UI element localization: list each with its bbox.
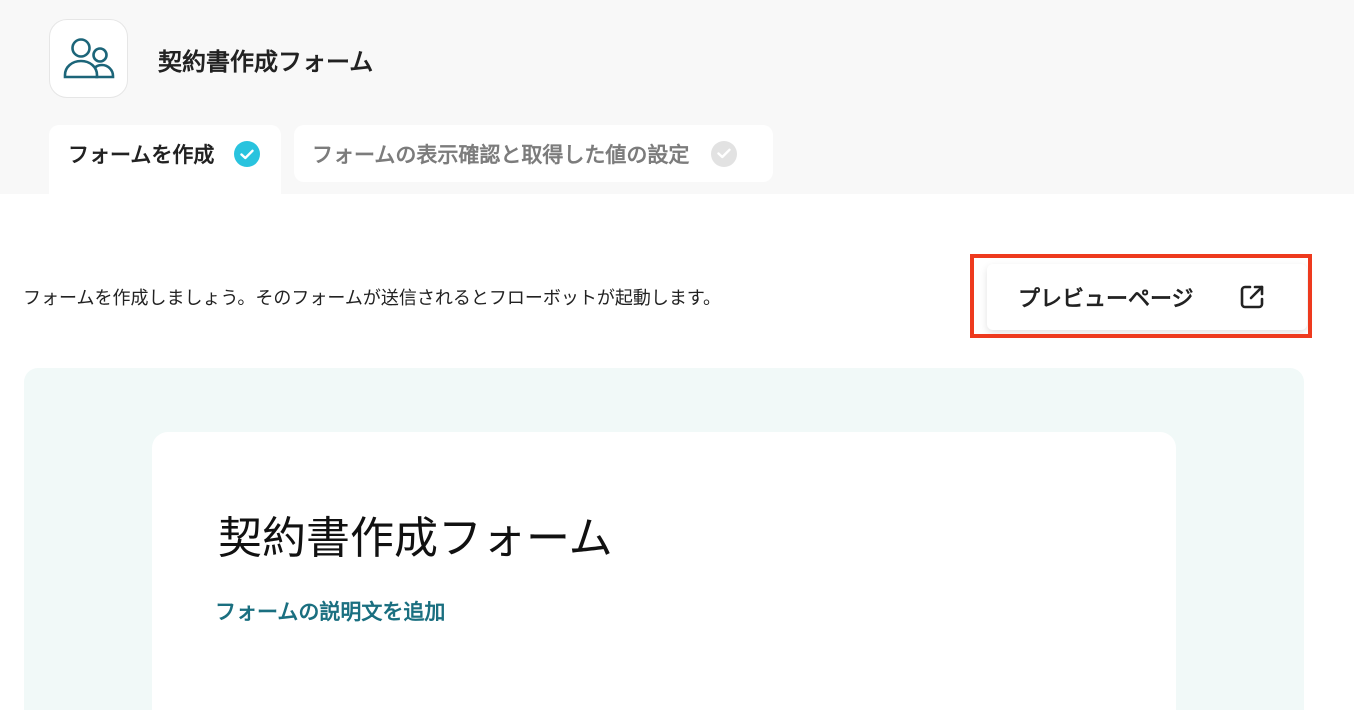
add-description-link[interactable]: フォームの説明文を追加 <box>215 596 445 626</box>
page-header: 契約書作成フォーム フォームを作成 フォームの表示確認と取得した値の設定 <box>0 0 1354 194</box>
app-icon <box>49 19 128 98</box>
intro-text: フォームを作成しましょう。そのフォームが送信されるとフローボットが起動します。 <box>23 288 722 309</box>
form-title[interactable]: 契約書作成フォーム <box>218 502 613 566</box>
users-icon <box>63 37 114 78</box>
app-title: 契約書作成フォーム <box>158 48 374 76</box>
tab-create-form[interactable]: フォームを作成 <box>49 125 281 194</box>
highlight-box <box>970 254 1312 338</box>
check-circle-icon <box>711 140 738 167</box>
tab-form-confirm-settings[interactable]: フォームの表示確認と取得した値の設定 <box>294 125 773 182</box>
tab-label: フォームを作成 <box>68 143 215 167</box>
tab-label: フォームの表示確認と取得した値の設定 <box>312 142 690 167</box>
check-circle-icon <box>234 141 261 167</box>
form-card <box>152 432 1176 710</box>
